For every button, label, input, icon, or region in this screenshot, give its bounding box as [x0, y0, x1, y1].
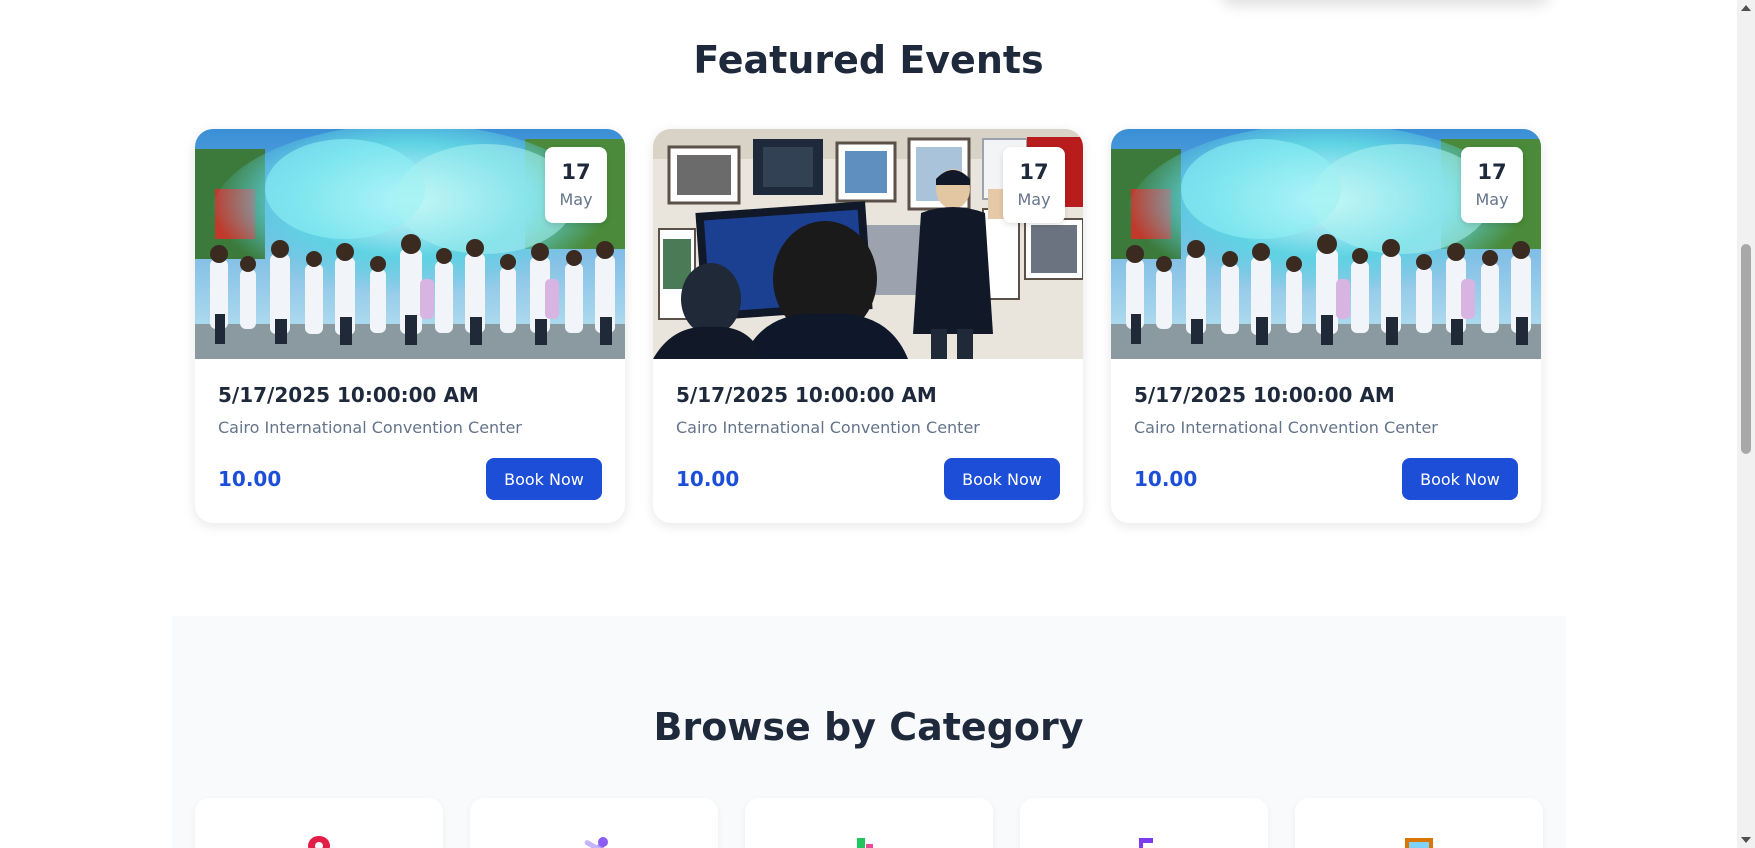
category-row: [195, 798, 1543, 848]
event-body: 5/17/2025 10:00:00 AM Cairo Internationa…: [1111, 359, 1541, 500]
book-now-button[interactable]: Book Now: [1402, 458, 1518, 500]
events-row: 17 May 5/17/2025 10:00:00 AM Cairo Inter…: [195, 129, 1541, 523]
event-card[interactable]: 17 May 5/17/2025 10:00:00 AM Cairo Inter…: [195, 129, 625, 523]
date-day: 17: [1019, 160, 1049, 184]
event-image-festival[interactable]: 17 May: [1111, 129, 1541, 359]
book-now-button[interactable]: Book Now: [944, 458, 1060, 500]
event-image-festival[interactable]: 17 May: [195, 129, 625, 359]
books-icon: [857, 838, 873, 848]
map-pin-icon: [308, 836, 330, 848]
event-price: 10.00: [1134, 467, 1198, 491]
vertical-scrollbar[interactable]: [1737, 0, 1755, 848]
tools-icon: [583, 837, 608, 848]
picture-frame-icon: [1405, 838, 1433, 848]
scroll-down-arrow-icon[interactable]: [1741, 837, 1751, 843]
featured-events-title: Featured Events: [693, 38, 1044, 82]
event-datetime: 5/17/2025 10:00:00 AM: [218, 383, 479, 407]
book-now-button[interactable]: Book Now: [486, 458, 602, 500]
date-badge: 17 May: [1003, 147, 1065, 223]
event-price: 10.00: [676, 467, 740, 491]
music-note-icon: [1139, 838, 1153, 848]
date-badge: 17 May: [1461, 147, 1523, 223]
event-datetime: 5/17/2025 10:00:00 AM: [676, 383, 937, 407]
date-month: May: [1017, 190, 1051, 209]
date-month: May: [1475, 190, 1509, 209]
category-card-music[interactable]: [1020, 798, 1268, 848]
event-footer: 10.00 Book Now: [218, 458, 602, 500]
category-card-workshops[interactable]: [470, 798, 718, 848]
scroll-thumb[interactable]: [1741, 244, 1751, 454]
event-venue: Cairo International Convention Center: [676, 418, 980, 437]
scroll-up-arrow-icon[interactable]: [1741, 5, 1751, 11]
date-badge: 17 May: [545, 147, 607, 223]
date-day: 17: [561, 160, 591, 184]
category-card-location[interactable]: [195, 798, 443, 848]
event-image-exhibition[interactable]: 17 May: [653, 129, 1083, 359]
event-venue: Cairo International Convention Center: [1134, 418, 1438, 437]
event-body: 5/17/2025 10:00:00 AM Cairo Internationa…: [653, 359, 1083, 500]
date-day: 17: [1477, 160, 1507, 184]
event-card[interactable]: 17 May 5/17/2025 10:00:00 AM Cairo Inter…: [653, 129, 1083, 523]
page: Featured Events 17 May 5/17/2025 10:00:0…: [0, 0, 1755, 848]
event-footer: 10.00 Book Now: [676, 458, 1060, 500]
category-card-education[interactable]: [745, 798, 993, 848]
date-month: May: [559, 190, 593, 209]
category-card-art[interactable]: [1295, 798, 1543, 848]
event-footer: 10.00 Book Now: [1134, 458, 1518, 500]
browse-by-category-title: Browse by Category: [653, 705, 1084, 749]
event-body: 5/17/2025 10:00:00 AM Cairo Internationa…: [195, 359, 625, 500]
event-price: 10.00: [218, 467, 282, 491]
event-venue: Cairo International Convention Center: [218, 418, 522, 437]
event-card[interactable]: 17 May 5/17/2025 10:00:00 AM Cairo Inter…: [1111, 129, 1541, 523]
event-datetime: 5/17/2025 10:00:00 AM: [1134, 383, 1395, 407]
